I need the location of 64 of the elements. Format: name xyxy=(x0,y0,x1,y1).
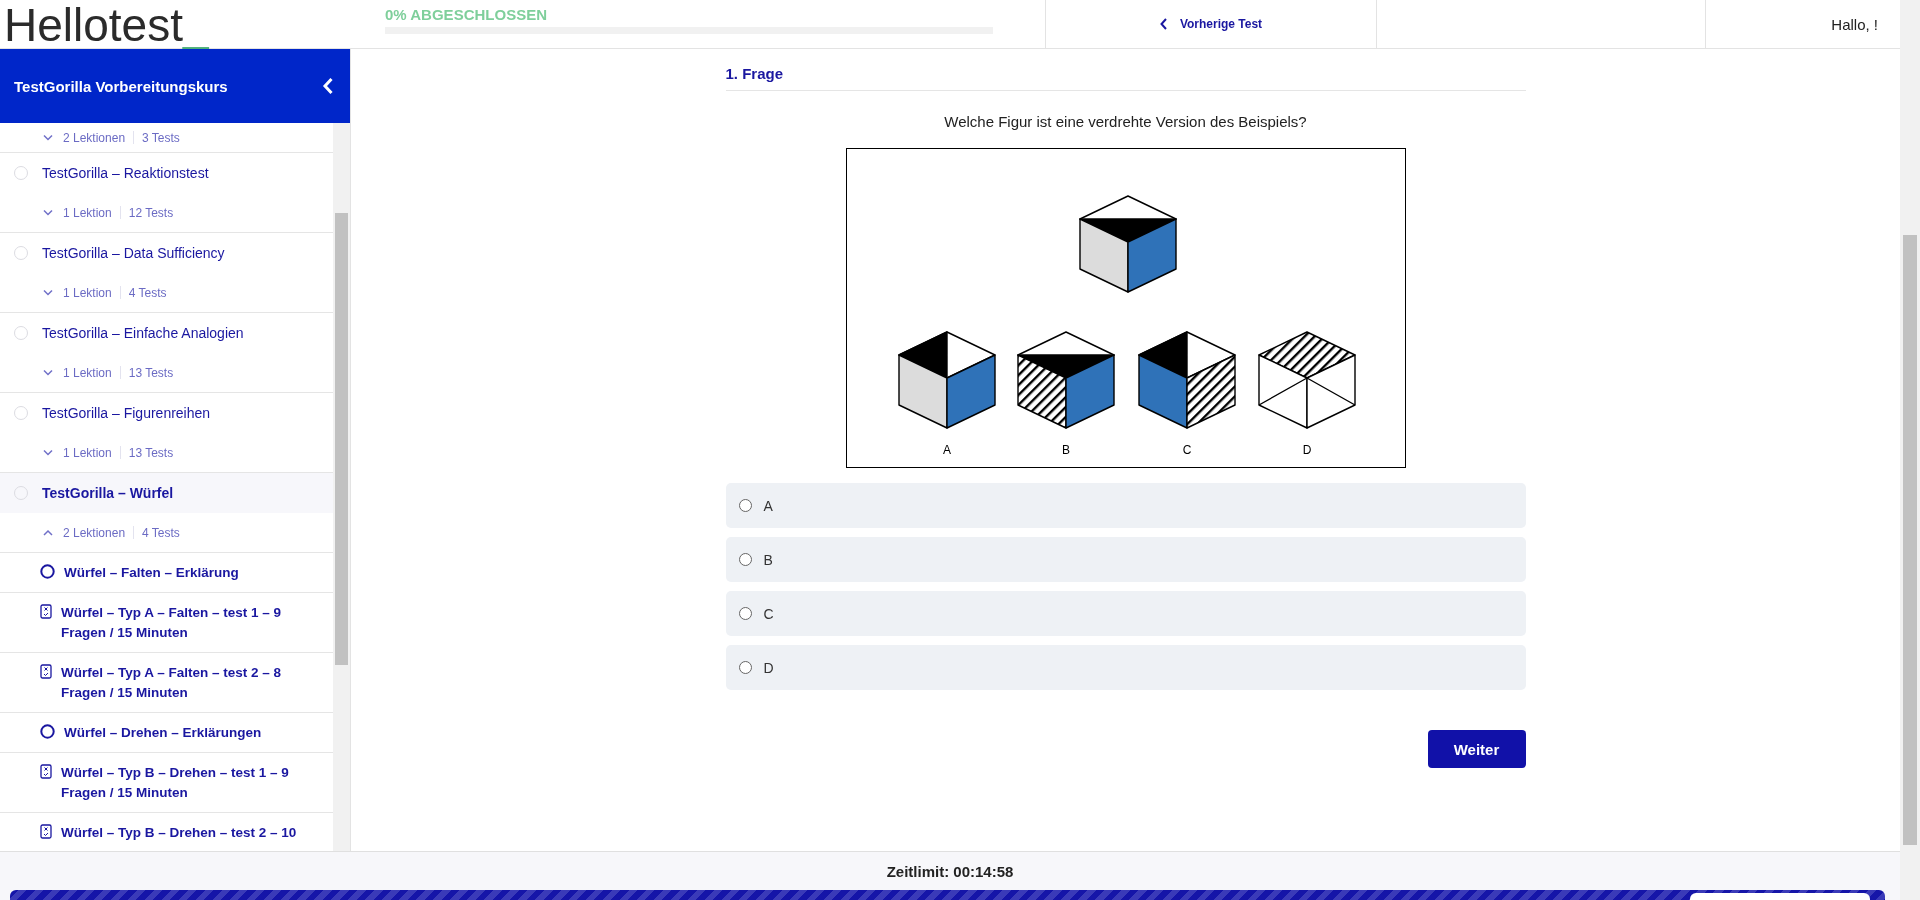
course-section[interactable]: TestGorilla – Reaktionstest xyxy=(0,153,333,193)
option-label: D xyxy=(763,659,774,676)
lesson-link[interactable]: Würfel – Falten – Erklärung xyxy=(64,563,304,583)
figure-label: C xyxy=(1182,443,1191,457)
course-section[interactable]: TestGorilla – Data Sufficiency xyxy=(0,233,333,273)
answer-option[interactable]: D xyxy=(725,645,1526,690)
test-count: 13 Tests xyxy=(128,365,174,380)
circle-icon xyxy=(40,564,55,579)
quiz-icon xyxy=(40,604,52,619)
lesson-link[interactable]: Würfel – Typ A – Falten – test 1 – 9 Fragen / 15 Minuten xyxy=(61,603,301,643)
greeting: Hallo, ! xyxy=(1831,15,1878,33)
lesson-link[interactable]: Würfel – Drehen – Erklärungen xyxy=(64,723,304,743)
next-button[interactable]: Weiter xyxy=(1427,730,1526,768)
test-count: 4 Tests xyxy=(142,525,180,540)
lesson-count: 1 Lektion xyxy=(63,445,112,460)
chevron-icon[interactable] xyxy=(43,134,53,141)
option-label: C xyxy=(763,605,774,622)
radio-button[interactable] xyxy=(738,607,752,620)
chevron-left-icon xyxy=(1159,18,1168,30)
scrollbar[interactable] xyxy=(1900,0,1920,900)
course-section[interactable]: TestGorilla – Einfache Analogien xyxy=(0,313,333,353)
course-section[interactable]: TestGorilla – Figurenreihen xyxy=(0,393,333,433)
test-count: 12 Tests xyxy=(128,205,174,220)
chevron-icon[interactable] xyxy=(43,369,53,376)
answer-option[interactable]: B xyxy=(725,537,1526,582)
question-text: Welche Figur ist eine verdrehte Version des Beispiels? xyxy=(943,113,1308,130)
lesson-count: 1 Lektion xyxy=(63,365,112,380)
question-heading: 1. Frage xyxy=(725,65,1526,91)
test-count: 4 Tests xyxy=(128,285,167,300)
quiz-icon xyxy=(40,824,52,839)
test-count: 3 Tests xyxy=(142,130,180,145)
circle-icon xyxy=(40,724,55,739)
lesson-link[interactable]: Würfel – Typ B – Drehen – test 2 – 10 xyxy=(61,823,301,843)
figure-label: D xyxy=(1302,443,1311,457)
lesson-count: 1 Lektion xyxy=(63,205,112,220)
radio-button[interactable] xyxy=(738,499,752,512)
previous-test-link[interactable]: Vorherige Test xyxy=(1159,17,1263,31)
chevron-icon[interactable] xyxy=(43,209,53,216)
radio-button[interactable] xyxy=(738,661,752,674)
test-count: 13 Tests xyxy=(128,445,174,460)
lesson-link[interactable]: Würfel – Typ B – Drehen – test 1 – 9 Fragen / 15 Minuten xyxy=(61,763,301,803)
figure-label: B xyxy=(1061,443,1070,457)
radio-button[interactable] xyxy=(738,553,752,566)
lesson-count: 1 Lektion xyxy=(63,285,112,300)
scrollbar[interactable] xyxy=(333,123,350,851)
collapse-icon[interactable] xyxy=(322,77,334,95)
lesson-count: 2 Lektionen xyxy=(63,525,126,540)
chevron-icon[interactable] xyxy=(43,449,53,456)
quiz-icon xyxy=(40,664,52,679)
figure-label: A xyxy=(942,443,951,457)
chevron-icon[interactable] xyxy=(43,289,53,296)
logo-text: Hellotest xyxy=(4,2,183,48)
chevron-icon[interactable] xyxy=(43,529,53,536)
answer-option[interactable]: A xyxy=(725,483,1526,528)
time-limit: Zeitlimit: 00:14:58 xyxy=(885,861,1015,882)
quiz-icon xyxy=(40,764,52,779)
lesson-count: 2 Lektionen xyxy=(63,130,126,145)
answer-option[interactable]: C xyxy=(725,591,1526,636)
option-label: A xyxy=(763,497,773,514)
lesson-link[interactable]: Würfel – Typ A – Falten – test 2 – 8 Fragen / 15 Minuten xyxy=(61,663,301,703)
option-label: B xyxy=(763,551,773,568)
course-section[interactable]: TestGorilla – Würfel xyxy=(0,473,333,513)
course-title: TestGorilla Vorbereitungskurs xyxy=(14,77,228,95)
progress-label: 0% ABGESCHLOSSEN xyxy=(385,6,548,23)
